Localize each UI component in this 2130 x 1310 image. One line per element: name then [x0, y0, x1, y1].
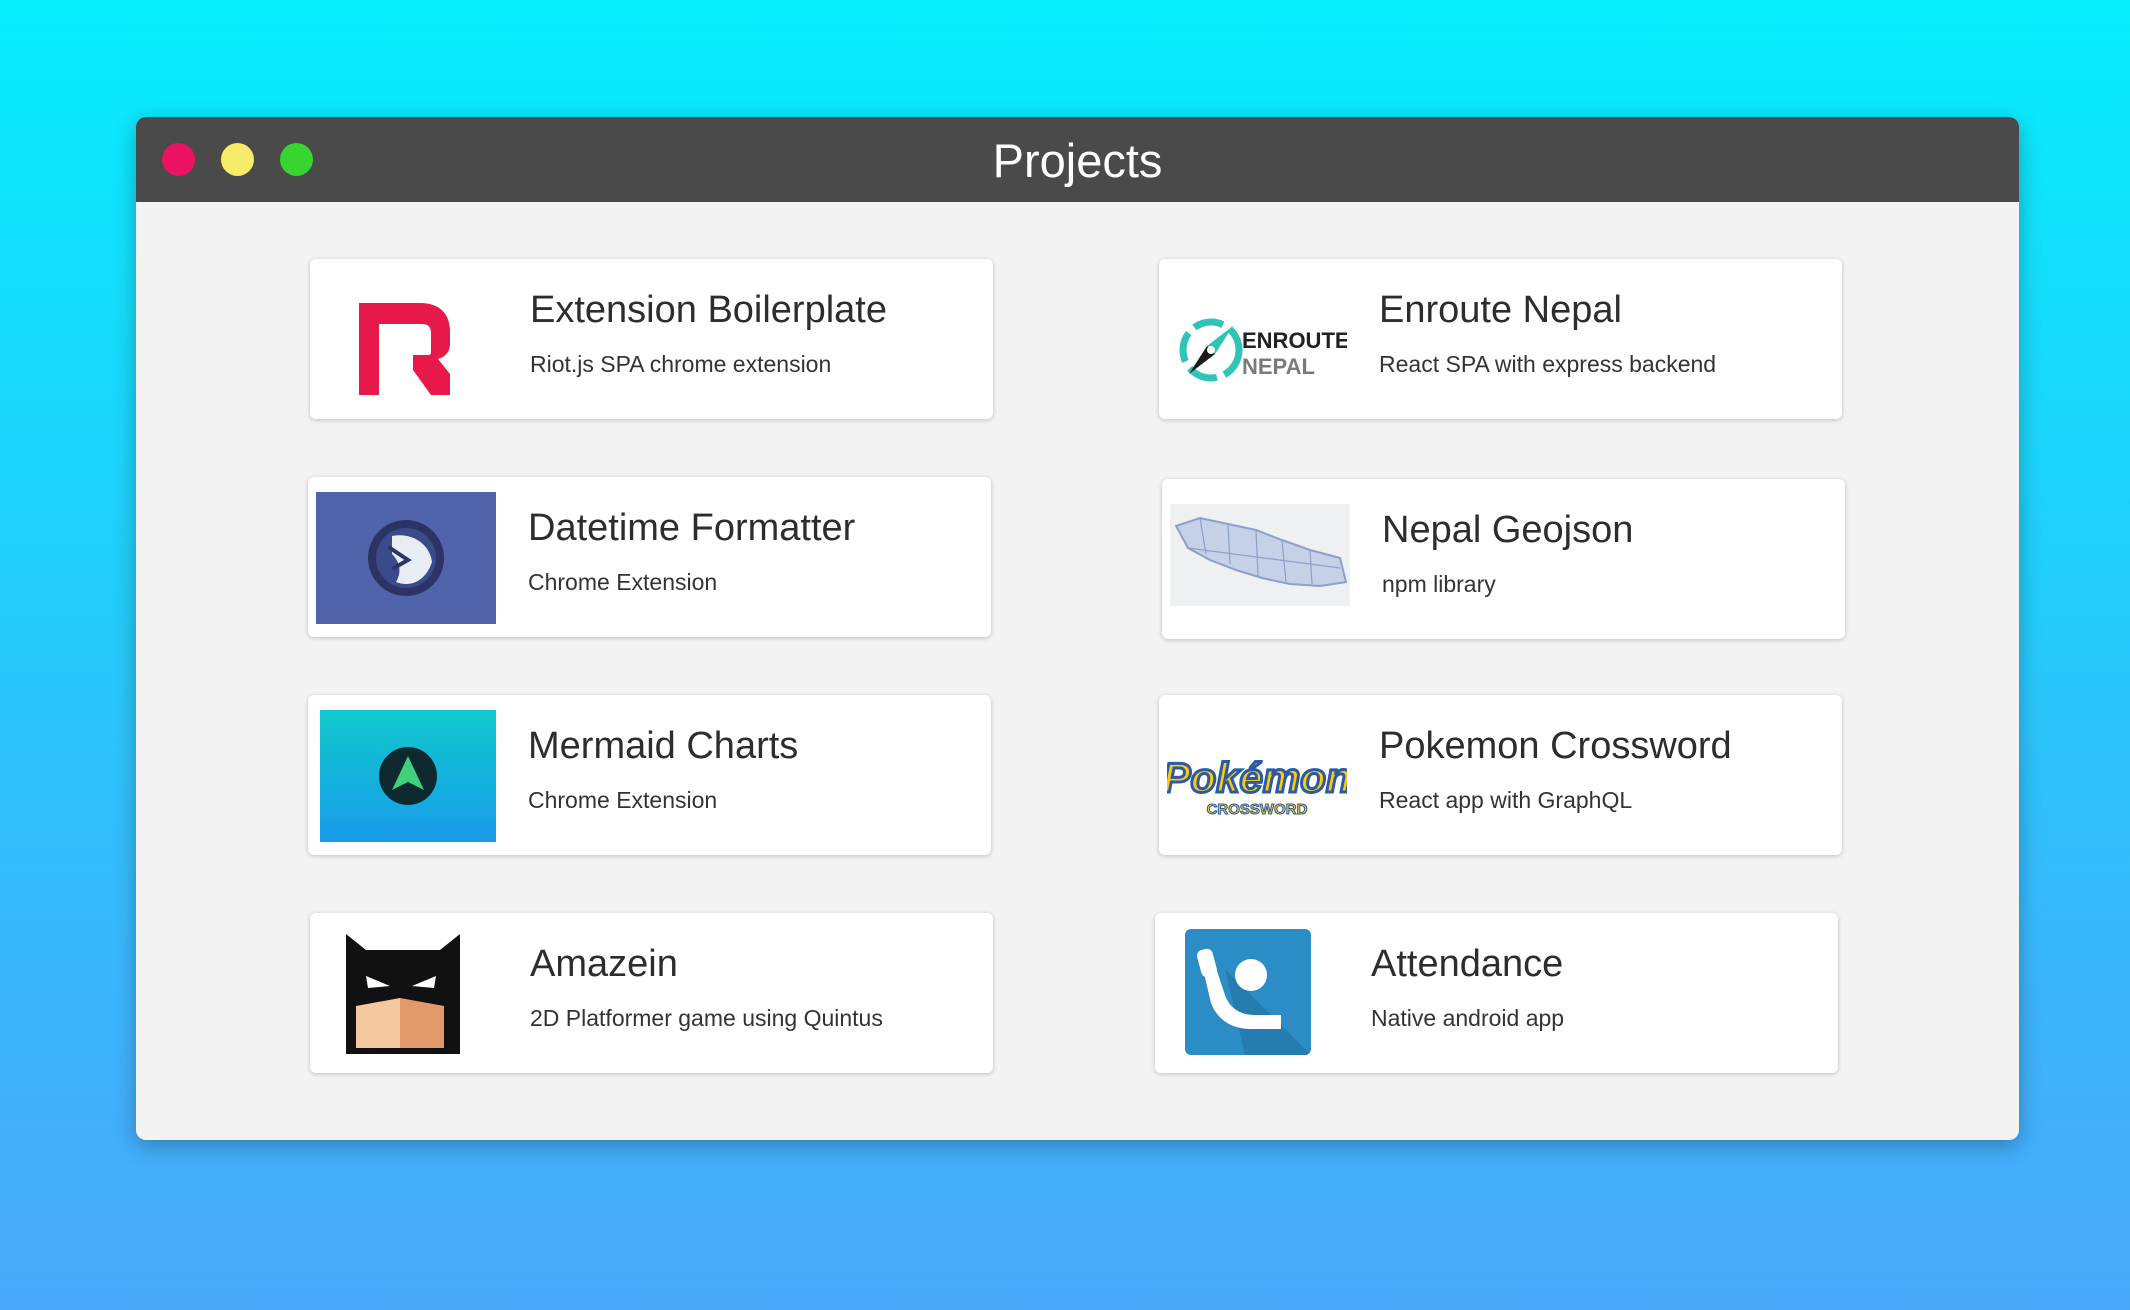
enroute-logo-text: ENROUTE [1242, 328, 1347, 353]
project-name: Attendance [1371, 943, 1564, 985]
project-name: Datetime Formatter [528, 507, 856, 549]
project-description: Chrome Extension [528, 569, 718, 595]
project-description: Riot.js SPA chrome extension [530, 351, 832, 377]
project-name: Mermaid Charts [528, 725, 799, 767]
window-titlebar: Projects [136, 117, 2019, 202]
project-card-nepal-geojson[interactable]: Nepal Geojson npm library [1162, 479, 1845, 639]
nepal-map-icon [1170, 504, 1350, 606]
project-name: Enroute Nepal [1379, 289, 1622, 331]
project-card-mermaid-charts[interactable]: Mermaid Charts Chrome Extension [308, 695, 991, 855]
project-card-datetime-formatter[interactable]: Datetime Formatter Chrome Extension [308, 477, 991, 637]
project-description: React SPA with express backend [1379, 351, 1717, 377]
batman-mask-icon [318, 928, 498, 1060]
project-name: Pokemon Crossword [1379, 725, 1732, 767]
project-card-extension-boilerplate[interactable]: Extension Boilerplate Riot.js SPA chrome… [310, 259, 993, 419]
projects-window: Projects Extension Boilerplate Riot.js S… [136, 117, 2019, 1140]
project-description: npm library [1382, 571, 1496, 597]
mermaid-logo-icon [320, 710, 496, 842]
enroute-nepal-logo-icon: ENROUTE NEPAL [1167, 274, 1347, 406]
project-name: Extension Boilerplate [530, 289, 887, 331]
project-description: Native android app [1371, 1005, 1565, 1031]
project-description: 2D Platformer game using Quintus [530, 1005, 883, 1031]
clock-globe-icon [316, 492, 496, 624]
project-card-enroute-nepal[interactable]: ENROUTE NEPAL Enroute Nepal React SPA wi… [1159, 259, 1842, 419]
project-description: React app with GraphQL [1379, 787, 1633, 813]
project-card-amazein[interactable]: Amazein 2D Platformer game using Quintus [310, 913, 993, 1073]
project-name: Nepal Geojson [1382, 509, 1634, 551]
crossword-logo-text: CROSSWORD [1207, 801, 1308, 818]
project-card-attendance[interactable]: Attendance Native android app [1155, 913, 1838, 1073]
pokemon-logo-text: Pokémon [1167, 754, 1347, 801]
riot-logo-icon [318, 274, 498, 406]
pokemon-crossword-logo-icon: Pokémon CROSSWORD [1167, 710, 1347, 842]
project-name: Amazein [530, 943, 678, 985]
project-description: Chrome Extension [528, 787, 718, 813]
nepal-logo-text: NEPAL [1242, 354, 1315, 379]
raised-hand-icon [1185, 929, 1311, 1055]
window-title: Projects [992, 134, 1163, 187]
project-card-pokemon-crossword[interactable]: Pokémon CROSSWORD Pokemon Crossword Reac… [1159, 695, 1842, 855]
